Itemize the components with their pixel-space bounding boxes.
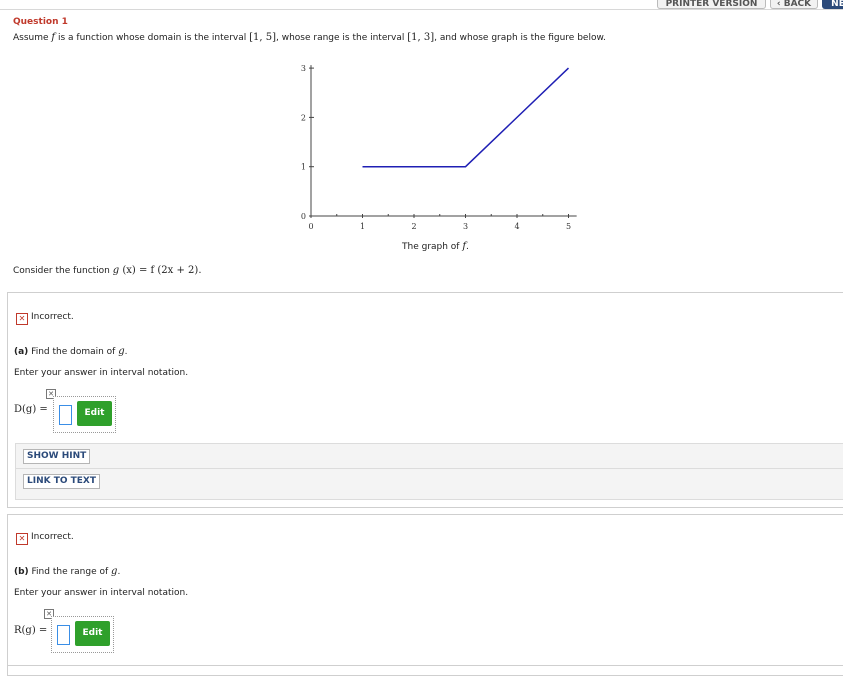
back-label: BACK (783, 0, 812, 9)
back-arrow-icon: ‹ (776, 0, 781, 9)
consider-text: Consider the function (13, 266, 113, 276)
domain-interval: [1, 5] (249, 32, 276, 43)
part-a-prompt: (a) Find the domain of g. (14, 346, 128, 357)
top-divider (0, 9, 843, 10)
consider-statement: Consider the function g (x) = f (2x + 2)… (13, 265, 202, 276)
function-g-definition: (x) = f (2x + 2). (119, 265, 202, 276)
part-a-status: ✕ Incorrect. (16, 312, 74, 325)
part-a-answer-input[interactable] (59, 405, 72, 425)
part-b-answer-box[interactable]: Edit (51, 616, 114, 653)
part-b-status: ✕ Incorrect. (16, 532, 74, 545)
part-b-period: . (117, 567, 121, 577)
part-b-label: (b) (14, 567, 29, 577)
part-a-answer-label: D(g) = (14, 404, 48, 415)
part-a-panel: ✕ Incorrect. (a) Find the domain of g. En… (7, 292, 843, 508)
question-text-part: , and whose graph is the figure below. (434, 33, 606, 43)
range-interval: [1, 3] (407, 32, 435, 43)
printer-version-label: PRINTER VERSION (665, 0, 758, 9)
x-tick-label: 4 (514, 222, 519, 231)
function-graph: 0 1 2 3 4 5 0 1 2 3 (301, 64, 577, 231)
part-a-text: Find the domain of (28, 347, 119, 357)
x-tick-label: 5 (566, 222, 571, 231)
part-a-period: . (124, 347, 128, 357)
part-b-answer-label: R(g) = (14, 625, 48, 636)
x-tick-label: 0 (308, 222, 313, 231)
printer-version-button[interactable]: PRINTER VERSION (657, 0, 766, 9)
question-text-part: , whose range is the interval (276, 33, 408, 43)
incorrect-icon: ✕ (16, 533, 28, 545)
top-navigation-bar: PRINTER VERSION ‹ BACK NE (0, 0, 843, 9)
back-button[interactable]: ‹ BACK (770, 0, 818, 9)
part-a-label: (a) (14, 347, 29, 357)
part-a-instruction: Enter your answer in interval notation. (14, 368, 189, 378)
next-button[interactable]: NE (822, 0, 843, 9)
show-hint-button[interactable]: SHOW HINT (23, 449, 91, 464)
incorrect-icon: ✕ (16, 313, 28, 325)
part-a-answer-box[interactable]: Edit (53, 396, 116, 433)
question-text: Assume f is a function whose domain is t… (13, 32, 606, 43)
link-to-text-button[interactable]: LINK TO TEXT (23, 474, 101, 489)
question-title: Question 1 (13, 17, 68, 27)
part-b-prompt: (b) Find the range of g. (14, 566, 120, 577)
part-b-panel: ✕ Incorrect. (b) Find the range of g. Ent… (7, 514, 843, 676)
x-tick-label: 3 (463, 222, 468, 231)
part-b-answer-input[interactable] (57, 625, 70, 645)
next-label: NE (831, 0, 843, 9)
function-f-line (362, 67, 570, 168)
bottom-divider (7, 665, 843, 666)
part-a-status-text: Incorrect. (31, 312, 74, 322)
graph-caption: The graph of f. (402, 241, 469, 252)
part-b-status-text: Incorrect. (31, 532, 74, 542)
hint-divider (16, 468, 843, 469)
part-b-text: Find the range of (28, 567, 112, 577)
part-b-instruction: Enter your answer in interval notation. (14, 588, 189, 598)
y-tick-label: 1 (301, 163, 306, 172)
part-b-edit-button[interactable]: Edit (75, 621, 110, 646)
graph-caption-suffix: . (466, 242, 469, 252)
hint-area: SHOW HINT LINK TO TEXT (15, 443, 843, 500)
y-tick-label: 0 (301, 212, 306, 221)
y-tick-label: 3 (301, 64, 306, 73)
question-text-part: is a function whose domain is the interv… (55, 33, 250, 43)
x-tick-label: 2 (411, 222, 416, 231)
y-tick-label: 2 (301, 113, 306, 122)
x-tick-label: 1 (360, 222, 365, 231)
question-text-part: Assume (13, 33, 52, 43)
part-a-edit-button[interactable]: Edit (77, 401, 112, 426)
graph-caption-text: The graph of (402, 242, 463, 252)
